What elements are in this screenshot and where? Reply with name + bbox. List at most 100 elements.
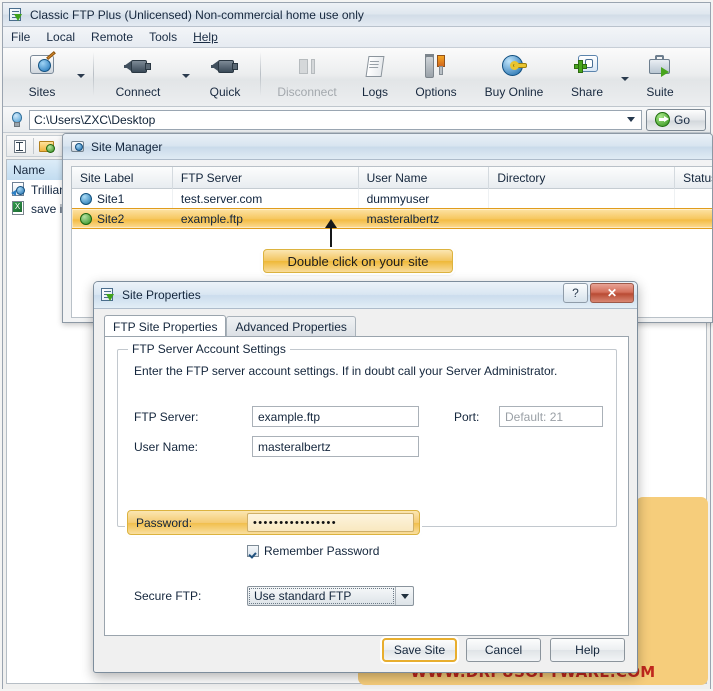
local-drive-icon	[9, 111, 25, 129]
site-properties-title-bar: Site Properties ? ✕	[94, 282, 637, 309]
password-field[interactable]: ••••••••••••••••	[247, 513, 414, 532]
help-button-titlebar[interactable]: ?	[563, 283, 588, 303]
cell-site-label: Site2	[72, 208, 173, 229]
cell-user-name: dummyuser	[359, 189, 490, 208]
shortcut-icon	[11, 182, 27, 197]
site-properties-icon	[101, 288, 116, 302]
window-buttons: ? ✕	[563, 283, 634, 303]
cell-directory	[489, 189, 676, 208]
ftp-server-label: FTP Server:	[134, 409, 199, 424]
remember-password-row[interactable]: Remember Password	[247, 544, 379, 558]
connect-plug-icon	[122, 52, 154, 82]
cancel-button[interactable]: Cancel	[466, 638, 541, 662]
menu-bar: File Local Remote Tools Help	[3, 27, 710, 48]
table-row[interactable]: Site2 example.ftp masteralbertz	[72, 208, 712, 229]
group-title: FTP Server Account Settings	[128, 342, 290, 356]
secure-ftp-select[interactable]: Use standard FTP	[247, 586, 414, 606]
options-tools-icon	[420, 52, 452, 82]
column-header-ftp-server[interactable]: FTP Server	[173, 167, 359, 189]
tab-ftp-site-properties[interactable]: FTP Site Properties	[104, 315, 227, 337]
rename-text-icon[interactable]	[11, 138, 29, 155]
column-header-site-label[interactable]: Site Label	[72, 167, 173, 189]
site-properties-dialog: Site Properties ? ✕ FTP Site Properties …	[93, 281, 638, 673]
remember-password-label: Remember Password	[264, 544, 380, 558]
address-path-text: C:\Users\ZXC\Desktop	[34, 112, 156, 127]
window-title: Classic FTP Plus (Unlicensed) Non-commer…	[30, 7, 364, 22]
tab-advanced-properties[interactable]: Advanced Properties	[226, 316, 356, 337]
callout-arrow	[325, 219, 337, 251]
site-manager-title-bar: Site Manager	[63, 134, 712, 160]
toolbar-label-connect: Connect	[115, 85, 161, 99]
go-button[interactable]: Go	[646, 108, 706, 131]
menu-item-help[interactable]: Help	[193, 30, 218, 44]
main-toolbar: Sites Connect Quick Disconnect Logs Opti…	[3, 48, 710, 107]
new-folder-icon[interactable]	[38, 138, 56, 155]
suite-briefcase-icon	[644, 52, 676, 82]
site-manager-icon	[70, 139, 85, 154]
toolbar-label-logs: Logs	[361, 85, 389, 99]
toolbar-separator	[93, 52, 94, 96]
menu-item-local[interactable]: Local	[46, 30, 75, 44]
remember-password-checkbox[interactable]	[247, 545, 259, 557]
chevron-down-icon[interactable]	[627, 117, 635, 122]
title-bar: Classic FTP Plus (Unlicensed) Non-commer…	[3, 3, 710, 27]
help-button[interactable]: Help	[550, 638, 625, 662]
toolbar-button-options[interactable]: Options	[401, 48, 471, 104]
toolbar-button-suite[interactable]: Suite	[633, 48, 687, 104]
quick-plug-icon	[209, 52, 241, 82]
excel-file-icon: X	[11, 201, 27, 216]
toolbar-button-share[interactable]: Share	[557, 48, 617, 104]
connect-dropdown-button[interactable]	[178, 48, 194, 104]
orange-background-card	[636, 497, 708, 683]
cell-site-label-text: Site1	[97, 191, 125, 206]
address-bar: C:\Users\ZXC\Desktop Go	[3, 107, 710, 133]
site-properties-title: Site Properties	[122, 288, 201, 302]
sites-dropdown-button[interactable]	[73, 48, 89, 104]
chevron-down-icon	[182, 74, 190, 78]
user-name-label: User Name:	[134, 439, 199, 454]
share-dropdown-button[interactable]	[617, 48, 633, 104]
toolbar-label-buy-online: Buy Online	[484, 85, 544, 99]
toolbar-button-logs[interactable]: Logs	[349, 48, 401, 104]
ftp-server-row: FTP Server: example.ftp Port: Default: 2…	[134, 406, 603, 427]
ftp-app-icon	[9, 7, 24, 22]
column-header-user-name[interactable]: User Name	[359, 167, 490, 189]
go-arrow-icon	[655, 112, 670, 127]
address-input[interactable]: C:\Users\ZXC\Desktop	[29, 109, 642, 130]
close-icon[interactable]: ✕	[590, 283, 634, 303]
ftp-server-field[interactable]: example.ftp	[252, 406, 419, 427]
toolbar-button-connect[interactable]: Connect	[98, 48, 178, 104]
column-header-status[interactable]: Status	[675, 167, 712, 189]
toolbar-label-suite: Suite	[646, 85, 674, 99]
user-name-field[interactable]: masteralbertz	[252, 436, 419, 457]
port-field[interactable]: Default: 21	[499, 406, 603, 427]
toolbar-label-quick: Quick	[209, 85, 241, 99]
toolbar-button-disconnect: Disconnect	[265, 48, 349, 104]
group-hint-text: Enter the FTP server account settings. I…	[134, 364, 558, 378]
cell-user-name: masteralbertz	[366, 211, 440, 226]
user-name-row: User Name: masteralbertz	[134, 436, 419, 457]
site-manager-title: Site Manager	[91, 139, 163, 154]
instruction-callout: Double click on your site	[263, 249, 453, 273]
menu-item-remote[interactable]: Remote	[91, 30, 133, 44]
toolbar-button-quick[interactable]: Quick	[194, 48, 256, 104]
site-globe-icon	[80, 192, 92, 205]
pane-toolbar-separator	[33, 138, 34, 154]
share-icon	[571, 52, 603, 82]
ftp-site-properties-panel: FTP Server Account Settings Enter the FT…	[104, 336, 629, 636]
chevron-down-icon[interactable]	[395, 587, 413, 605]
site-globe-icon	[80, 212, 92, 225]
menu-item-file[interactable]: File	[11, 30, 30, 44]
go-button-label: Go	[674, 112, 691, 127]
table-row[interactable]: Site1 test.server.com dummyuser	[72, 189, 712, 208]
disconnect-icon	[291, 52, 323, 82]
port-label: Port:	[454, 409, 480, 424]
toolbar-button-buy-online[interactable]: Buy Online	[471, 48, 557, 104]
save-site-button[interactable]: Save Site	[382, 638, 457, 662]
toolbar-label-sites: Sites	[28, 85, 56, 99]
toolbar-button-sites[interactable]: Sites	[11, 48, 73, 104]
toolbar-label-share: Share	[570, 85, 604, 99]
column-header-directory[interactable]: Directory	[489, 167, 676, 189]
menu-item-tools[interactable]: Tools	[149, 30, 177, 44]
toolbar-label-options: Options	[415, 85, 457, 99]
